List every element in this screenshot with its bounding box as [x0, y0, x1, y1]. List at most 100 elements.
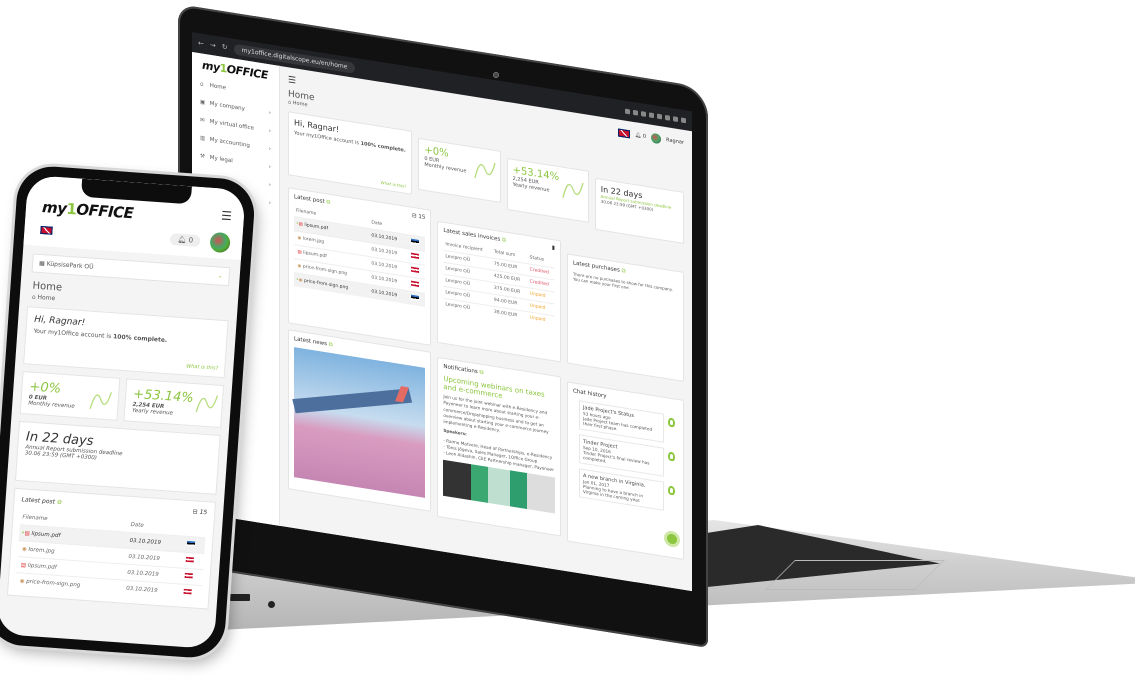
user-avatar[interactable] [651, 132, 662, 145]
bell-icon: 🔔︎ [177, 235, 187, 245]
notification-count: 0 [642, 133, 647, 140]
monthly-sparkline [89, 392, 112, 410]
monthly-revenue-card: +0% 0 EUR Monthly revenue [418, 137, 501, 203]
file-name[interactable]: price-from-sign.png [26, 578, 80, 588]
completion-text: Your my1Office account is [33, 327, 114, 341]
deadline-card: In 22 days Annual Report submission dead… [14, 420, 221, 495]
bell-icon: 🔔︎ [634, 132, 642, 140]
file-name[interactable]: lipsum.pdf [28, 562, 57, 570]
what-is-this-link[interactable]: What is this? [381, 180, 407, 189]
logo-prefix: my [41, 198, 68, 218]
notifications-bell[interactable]: 🔔︎ 0 [635, 132, 646, 140]
file-date: 03.10.2019 [123, 580, 183, 600]
invoice-list-icon[interactable]: ▮ [552, 245, 555, 251]
latest-post-title: Latest post [21, 496, 56, 506]
image-file-icon: ◉ [19, 577, 25, 585]
inbox-icon: ⊟ [411, 212, 417, 220]
breadcrumb-home[interactable]: Home [293, 100, 308, 108]
yearly-sparkline [562, 182, 584, 198]
forward-icon[interactable]: → [210, 41, 216, 50]
external-link-icon[interactable]: ⧉ [502, 237, 506, 244]
inbox-count: ⊟ 15 [192, 508, 207, 516]
invoices-table: Invoice recipient Total sum Status Levipro… [443, 239, 555, 328]
file-name[interactable]: lipsum.pdf [31, 531, 60, 539]
external-link-icon[interactable]: ⧉ [329, 342, 333, 349]
external-link-icon[interactable]: ⧉ [480, 370, 484, 377]
app-window: my 1 OFFICE ⌂ Home ▣ My company › ✉ My virt… [192, 52, 692, 592]
phone-screen: my1OFFICE ☰ 🔔︎ 0 ▦ KüpsisePark OÜ ⌄ Home … [0, 174, 246, 650]
file-name[interactable]: lipsum.pdf [304, 223, 328, 232]
what-is-this-link[interactable]: What is this? [186, 363, 218, 371]
user-avatar[interactable] [209, 231, 231, 254]
image-file-icon: ◉ [298, 277, 303, 284]
flag-austria-icon [411, 280, 420, 287]
sidebar-item-label: My company [209, 100, 245, 113]
column-flag [186, 522, 207, 538]
latest-post-table: Filename Date •▤ lipsum.pdf 03.10.2019 ◉ l… [294, 205, 426, 307]
chevron-right-icon: › [268, 182, 271, 189]
external-link-icon[interactable]: ⧉ [622, 268, 626, 275]
post-count: 15 [199, 508, 208, 517]
flag-austria-icon [186, 556, 195, 563]
post-count: 15 [418, 213, 426, 221]
company-selector[interactable]: ▦ KüpsisePark OÜ ⌄ [31, 253, 231, 287]
logo-prefix: my [202, 58, 220, 74]
news-title: Latest news [294, 336, 327, 348]
inbox-count: ⊟ 15 [412, 213, 425, 221]
image-file-icon: ◉ [297, 263, 302, 270]
file-name[interactable]: lorem.jpg [303, 237, 324, 245]
welcome-card: Hi, Ragnar! Your my1Office account is 10… [288, 111, 413, 195]
deadline-card: In 22 days Annual Report submission dead… [594, 177, 685, 244]
monthly-sparkline [473, 162, 496, 178]
device-mockup-scene: ← → ↻ my1office.digitalscope.eu/en/home … [0, 0, 1136, 684]
timeline-dot-icon [668, 451, 676, 462]
external-link-icon[interactable]: ⧉ [326, 199, 330, 206]
main-content: ☰ 🔔︎ 0 Ragnar Home ⌂ Home Hi, Ragnar! Yo… [280, 66, 692, 591]
sidebar-item-label: My legal [209, 154, 233, 165]
chevron-right-icon: › [268, 164, 271, 171]
building-icon: ▦ [38, 259, 46, 268]
mail-icon: ✉ [200, 117, 205, 124]
latest-post-title: Latest post [294, 194, 325, 206]
chat-history-card: Chat history Jade Project's Status 53 hou… [566, 381, 685, 560]
audio-jack [268, 601, 275, 608]
chevron-right-icon: › [268, 110, 271, 117]
user-name[interactable]: Ragnar [666, 137, 684, 146]
home-icon: ⌂ [288, 99, 292, 106]
image-file-icon: ◉ [297, 235, 302, 242]
hamburger-menu-icon[interactable]: ☰ [221, 209, 233, 224]
language-flag-uk[interactable] [40, 225, 53, 235]
inbox-icon: ⊟ [192, 508, 198, 516]
pdf-file-icon: ▤ [24, 530, 30, 537]
file-name[interactable]: lipsum.pdf [303, 251, 327, 260]
file-name[interactable]: lorem.jpg [28, 546, 55, 554]
latest-post-table: Filename Date •▤ lipsum.pdf 03.10.2019 ◉ l… [15, 510, 207, 602]
completion-value: 100% complete. [112, 333, 168, 345]
home-icon: ⌂ [31, 293, 36, 301]
back-icon[interactable]: ← [198, 39, 204, 48]
latest-purchases-card: Latest purchases ⧉ There are no purchase… [566, 253, 685, 382]
chart-icon: ▥ [200, 135, 206, 143]
pdf-file-icon: ▤ [298, 221, 303, 228]
file-name[interactable]: price-from-sign.png [304, 279, 348, 291]
external-link-icon[interactable]: ⧉ [57, 499, 62, 506]
notifications-bell[interactable]: 🔔︎ 0 [170, 233, 201, 248]
phone-device: my1OFFICE ☰ 🔔︎ 0 ▦ KüpsisePark OÜ ⌄ Home … [0, 164, 257, 660]
briefcase-icon: ▣ [200, 99, 206, 107]
reload-icon[interactable]: ↻ [222, 43, 228, 52]
sidebar-item-label: Home [209, 82, 226, 92]
language-flag-uk[interactable] [617, 128, 630, 139]
sales-invoices-card: Latest sales invoices ⧉ ▮ Invoice recipie… [437, 220, 561, 363]
hamburger-menu-icon[interactable]: ☰ [288, 75, 296, 86]
news-image-airplane-wing[interactable] [292, 347, 426, 498]
yearly-sparkline [195, 395, 218, 413]
chat-fab-button[interactable] [664, 529, 681, 549]
chevron-right-icon: › [268, 200, 271, 207]
webcam [493, 72, 499, 78]
flag-austria-icon [411, 252, 420, 259]
breadcrumb-home[interactable]: Home [37, 294, 55, 302]
gavel-icon: ⚒ [200, 153, 205, 161]
pdf-file-icon: ▤ [20, 561, 27, 569]
timeline-dot-icon [668, 417, 676, 428]
chevron-down-icon: ⌄ [217, 272, 223, 280]
